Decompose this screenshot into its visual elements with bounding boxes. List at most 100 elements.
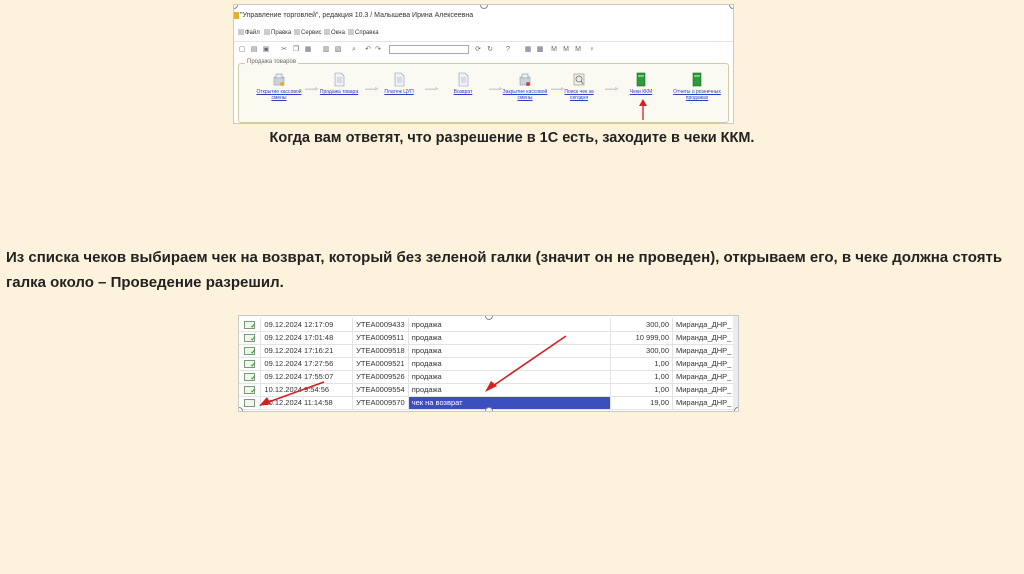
- operation-sale[interactable]: Продажа товара: [315, 72, 363, 95]
- toolbar: ▢ ▤ ▣ ✂ ❐ ▦ ▥ ▧ ⌕ ↶ ↷ ⟳ ↻ ? ▦ ▩ M M M ♀: [234, 41, 733, 57]
- cell-type: чек на возврат: [408, 396, 612, 410]
- vertical-scrollbar[interactable]: [733, 316, 738, 411]
- document-icon: [393, 72, 405, 87]
- app-icon: [234, 12, 239, 19]
- cell-shop: Миранда_ДНР_: [672, 318, 738, 332]
- sales-section-panel: Продажа товаров Открытие кассовой смены …: [238, 59, 729, 123]
- row-status-cell: ✓: [239, 370, 262, 384]
- cut-icon[interactable]: ✂: [280, 45, 288, 54]
- help-icon[interactable]: ?: [504, 45, 512, 54]
- table-row[interactable]: ✓ 09.12.2024 17:27:56 УТЕА0009521 продажа 1,…: [239, 357, 738, 371]
- row-status-cell: ✓: [239, 383, 262, 397]
- m-icon[interactable]: M: [550, 45, 558, 54]
- operation-return[interactable]: Возврат: [439, 72, 487, 95]
- cell-type: продажа: [408, 344, 612, 358]
- cell-date: 09.12.2024 17:01:48: [260, 331, 354, 345]
- m-minus-icon[interactable]: M: [574, 45, 582, 54]
- table-row[interactable]: ✓ 09.12.2024 17:16:21 УТЕА0009518 продажа 30…: [239, 344, 738, 358]
- operation-find-check-today[interactable]: Поиск чек за сегодня: [555, 72, 603, 101]
- resize-handle: [734, 407, 738, 411]
- menu-file-icon: [238, 29, 244, 35]
- cell-sum: 300,00: [610, 344, 673, 358]
- green-book-icon: [635, 72, 647, 87]
- posted-check-icon: ✓: [244, 360, 256, 369]
- search-go-icon[interactable]: ⟳: [474, 45, 482, 54]
- refresh-icon[interactable]: ↻: [486, 45, 494, 54]
- back-arrow-icon[interactable]: ↶: [364, 45, 372, 54]
- paste-icon[interactable]: ▦: [304, 45, 312, 54]
- cell-shop: Миранда_ДНР_: [672, 331, 738, 345]
- cell-date: 09.12.2024 17:16:21: [260, 344, 354, 358]
- toolbar-search-input[interactable]: [389, 45, 469, 54]
- hint-icon[interactable]: ♀: [588, 45, 596, 54]
- cell-shop: Миранда_ДНР_: [672, 396, 738, 410]
- open-folder-icon[interactable]: ▤: [250, 45, 258, 54]
- operation-open-shift[interactable]: Открытие кассовой смены: [255, 72, 303, 101]
- menu-help-icon: [348, 29, 354, 35]
- menu-item-service[interactable]: Сервис: [294, 29, 322, 36]
- new-icon[interactable]: ▢: [238, 45, 246, 54]
- flow-arrow: ▬▬▶: [425, 86, 439, 92]
- cell-type: продажа: [408, 383, 612, 397]
- cell-shop: Миранда_ДНР_: [672, 383, 738, 397]
- table-row[interactable]: ✓ 10.12.2024 9:54:56 УТЕА0009554 продажа 1,0…: [239, 383, 738, 397]
- operation-payment-cup[interactable]: Платеж ЦУП: [375, 72, 423, 95]
- menu-service-icon: [294, 29, 300, 35]
- screenshot-1c-main-window: "Управление торговлей", редакция 10.3 / …: [233, 4, 734, 124]
- resize-handle: [480, 5, 488, 9]
- forward-arrow-icon[interactable]: ↷: [374, 45, 382, 54]
- operation-retail-reports[interactable]: Отчеты о розничных продажах: [673, 72, 721, 101]
- menu-item-file[interactable]: Файл: [238, 29, 260, 36]
- menu-item-windows[interactable]: Окна: [324, 29, 345, 36]
- cell-date: 10.12.2024 9:54:56: [260, 383, 354, 397]
- table-row[interactable]: ✓ 09.12.2024 17:01:48 УТЕА0009511 продажа 10…: [239, 331, 738, 345]
- posted-check-icon: ✓: [244, 373, 256, 382]
- resize-handle: [729, 5, 733, 9]
- cell-sum: 10 999,00: [610, 331, 673, 345]
- cell-type: продажа: [408, 318, 612, 332]
- calendar-icon[interactable]: ▦: [524, 45, 532, 54]
- table-row[interactable]: ✓ 09.12.2024 17:55:07 УТЕА0009526 продажа 1,…: [239, 370, 738, 384]
- posted-check-icon: ✓: [244, 320, 256, 330]
- save-icon[interactable]: ▣: [262, 45, 270, 54]
- cell-sum: 19,00: [610, 396, 673, 410]
- operation-close-shift[interactable]: Закрытие кассовой смены: [501, 72, 549, 101]
- cell-type: продажа: [408, 357, 612, 371]
- row-status-cell: ✓: [239, 357, 262, 371]
- instruction-caption-2: Из списка чеков выбираем чек на возврат,…: [6, 249, 1003, 291]
- posted-check-icon: ✓: [244, 386, 256, 395]
- calculator-icon[interactable]: ▩: [536, 45, 544, 54]
- m-plus-icon[interactable]: M: [562, 45, 570, 54]
- cell-sum: 1,00: [610, 383, 673, 397]
- cell-type: продажа: [408, 370, 612, 384]
- menu-item-help[interactable]: Справка: [348, 29, 379, 36]
- row-status-cell: ✓: [239, 318, 262, 332]
- cell-sum: 1,00: [610, 370, 673, 384]
- cell-number: УТЕА0009433: [352, 318, 409, 332]
- menu-windows-icon: [324, 29, 330, 35]
- cell-date: 10.12.2024 11:14:58: [260, 396, 354, 410]
- register-open-icon: [273, 72, 285, 87]
- cell-shop: Миранда_ДНР_: [672, 357, 738, 371]
- row-status-cell: ✓: [239, 331, 262, 345]
- find-icon[interactable]: ⌕: [350, 45, 358, 54]
- menu-item-edit[interactable]: Правка: [264, 29, 291, 36]
- cell-number: УТЕА0009518: [352, 344, 409, 358]
- checks-table: ✓ 09.12.2024 12:17:09 УТЕА0009433 продажа 30…: [239, 318, 738, 410]
- print-icon[interactable]: ▥: [322, 45, 330, 54]
- cell-shop: Миранда_ДНР_: [672, 370, 738, 384]
- cell-date: 09.12.2024 12:17:09: [260, 318, 354, 332]
- cell-type: продажа: [408, 331, 612, 345]
- cell-number: УТЕА0009511: [352, 331, 409, 345]
- instruction-caption-1: Когда вам ответят, что разрешение в 1С е…: [269, 130, 755, 146]
- row-status-cell: ✓: [239, 344, 262, 358]
- operation-kkm-checks[interactable]: Чеки ККМ: [617, 72, 665, 95]
- resize-handle: [239, 407, 243, 411]
- preview-icon[interactable]: ▧: [334, 45, 342, 54]
- cell-date: 09.12.2024 17:27:56: [260, 357, 354, 371]
- resize-handle: [485, 407, 493, 411]
- unposted-check-icon: [244, 399, 256, 407]
- cell-sum: 1,00: [610, 357, 673, 371]
- cell-number: УТЕА0009570: [352, 396, 409, 410]
- copy-icon[interactable]: ❐: [292, 45, 300, 54]
